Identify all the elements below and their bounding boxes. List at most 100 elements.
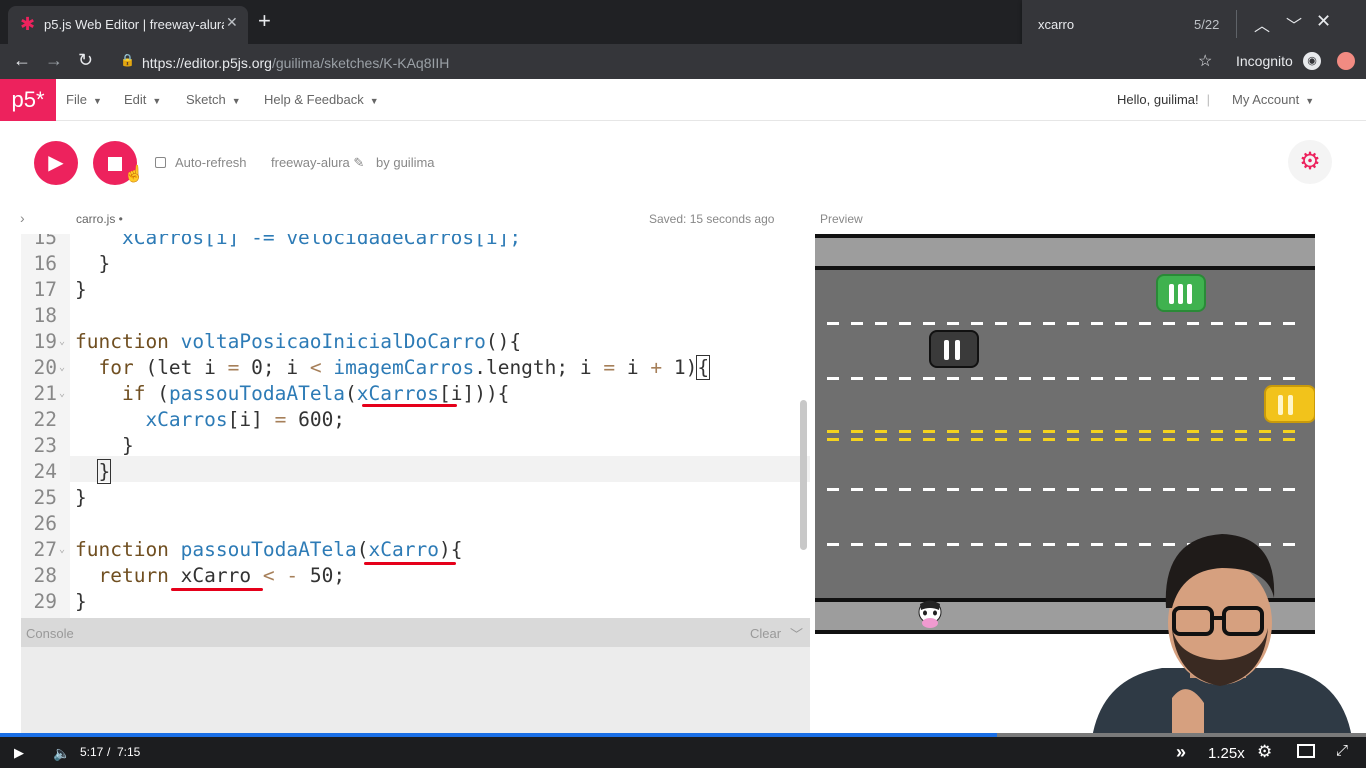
code-line: return xCarro < - 50; [75,564,345,587]
console-clear-button[interactable]: Clear [750,626,781,641]
black-car [929,330,979,368]
code-token: (let i [145,356,228,379]
code-token: 1) [662,356,698,379]
menu-my-account[interactable]: My Account ▼ [1232,92,1314,107]
play-button[interactable]: ▶ [34,141,78,185]
browser-toolbar: ← → ↻ 🔒 https://editor.p5js.org/guilima/… [0,44,1366,79]
code-token: = [227,356,240,379]
profile-avatar-icon[interactable] [1337,52,1355,70]
fullscreen-icon[interactable]: ⤢ [1336,742,1348,759]
lane-dash [827,488,1305,491]
chevron-down-icon: ▼ [231,96,241,106]
browser-tab[interactable]: ✱ p5.js Web Editor | freeway-alura ✕ [8,6,248,44]
line-number: 27 [33,538,57,561]
new-tab-button[interactable]: + [258,10,271,32]
top-sidewalk [815,238,1315,266]
cow-icon [918,600,942,628]
picture-in-picture-icon[interactable] [1297,744,1315,758]
bookmark-star-icon[interactable]: ☆ [1198,51,1212,71]
code-token: } [75,486,87,509]
chevron-down-icon[interactable]: ﹀ [790,624,803,643]
line-number-gutter: 15 16 17 18 19 ⌄ 20 ⌄ 21 ⌄ 22 23 24 25 26 27 ⌄ 28 29 [21,234,70,618]
back-icon[interactable]: ← [13,50,31,71]
menu-sketch-label: Sketch [186,92,226,107]
find-next-icon[interactable]: ﹀ [1286,12,1302,36]
greeting-label: Hello, guilima! [1117,92,1199,107]
code-editor[interactable]: 15 16 17 18 19 ⌄ 20 ⌄ 21 ⌄ 22 23 24 25 26 27 ⌄ 28 29 xCarr… [21,234,810,618]
p5-favicon-icon: ✱ [20,14,36,34]
road-edge [815,266,1315,270]
code-token: + [650,356,663,379]
sidebar-toggle-icon[interactable]: › [20,210,25,226]
playback-speed[interactable]: 1.25x [1208,745,1245,762]
auto-refresh-label: Auto-refresh [175,155,247,170]
console-label: Console [26,626,74,641]
annotation-underline [171,588,263,591]
find-input[interactable]: xcarro [1038,17,1074,32]
code-token: passouTodaATela [180,538,357,561]
fold-toggle-icon[interactable]: ⌄ [59,362,65,373]
url-path: /guilima/sketches/K-KAq8IIH [271,55,450,71]
video-total-time: 7:15 [117,745,141,759]
line-number: 26 [33,512,57,535]
code-token: xCarros[i] -= velocidadeCarros[i]; [75,234,522,249]
incognito-label: Incognito [1236,53,1293,69]
code-token: function [75,538,181,561]
fold-toggle-icon[interactable]: ⌄ [59,544,65,555]
settings-gear-icon[interactable]: ⚙ [1288,140,1332,184]
tab-close-icon[interactable]: ✕ [226,14,238,31]
code-token: if [75,382,158,405]
code-token: = [603,356,616,379]
code-token: } [75,590,87,613]
code-token: } [75,252,111,275]
code-token: xCarros [356,382,439,405]
skip-forward-icon[interactable]: » [1176,742,1186,763]
find-close-icon[interactable]: ✕ [1316,11,1331,32]
line-number: 17 [33,278,57,301]
code-token: i [615,356,651,379]
find-previous-icon[interactable]: ︿ [1254,12,1270,36]
play-icon: ▶ [48,152,64,174]
editor-scrollbar[interactable] [800,400,807,550]
video-play-icon[interactable]: ▶ [14,745,24,761]
green-car [1156,274,1206,312]
sketch-name[interactable]: freeway-alura ✎ [271,155,364,171]
yellow-car [1264,385,1315,423]
address-bar[interactable]: 🔒 https://editor.p5js.org/guilima/sketch… [112,48,1226,76]
account-label: My Account [1232,92,1300,107]
chevron-down-icon: ▼ [92,96,102,106]
code-token: ( [345,382,357,405]
incognito-icon[interactable]: ◉ [1303,52,1321,70]
url-host: https://editor.p5js.org [142,55,272,71]
line-number: 21 [33,382,57,405]
menu-sketch[interactable]: Sketch ▼ [186,92,241,107]
auto-refresh-checkbox[interactable] [155,157,166,168]
find-bar: xcarro 5/22 ︿ ﹀ ✕ [1022,0,1366,48]
code-line: if (passouTodaATela(xCarros[i])){ [75,382,509,405]
p5-nav-bar: p5* File ▼ Edit ▼ Sketch ▼ Help & Feedback ▼… [0,79,1366,121]
code-line: for (let i = 0; i < imagemCarros.length;… [75,355,711,380]
video-settings-icon[interactable]: ⚙ [1257,742,1272,762]
menu-file[interactable]: File ▼ [66,92,102,107]
code-token: for [75,356,146,379]
fold-toggle-icon[interactable]: ⌄ [59,336,65,347]
code-token: voltaPosicaoInicialDoCarro [180,330,486,353]
code-token: .length; i [474,356,604,379]
menu-edit[interactable]: Edit ▼ [124,92,161,107]
menu-edit-label: Edit [124,92,147,107]
forward-icon[interactable]: → [45,50,63,71]
console-header: Console Clear ﹀ [21,618,810,647]
menu-help[interactable]: Help & Feedback ▼ [264,92,379,107]
lock-icon: 🔒 [120,53,135,67]
reload-icon[interactable]: ↻ [78,50,93,71]
preview-label: Preview [820,212,863,226]
volume-icon[interactable]: 🔈 [53,745,70,762]
fold-toggle-icon[interactable]: ⌄ [59,388,65,399]
p5-logo[interactable]: p5* [0,79,56,121]
code-token: } [75,434,134,457]
code-token: passouTodaATela [168,382,346,405]
code-token: - [286,564,299,587]
line-number: 20 [33,356,57,379]
chevron-down-icon: ▼ [152,96,162,106]
